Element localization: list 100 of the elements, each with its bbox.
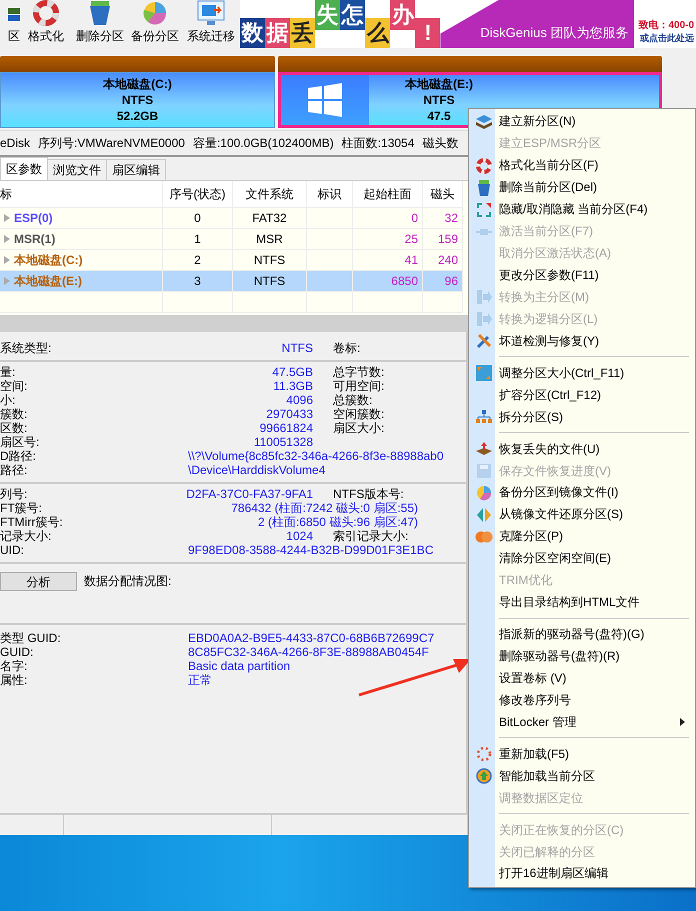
trash-bin-icon (477, 180, 491, 196)
expand-arrow-icon[interactable] (4, 256, 10, 264)
field-label: 簇数: (0, 407, 28, 421)
column-header[interactable]: 标识 (307, 181, 353, 208)
menu-item[interactable]: 更改分区参数(F11) (469, 264, 695, 286)
tab[interactable]: 区参数 (0, 157, 48, 180)
field-label: 路径: (0, 463, 28, 477)
menu-item[interactable]: 智能加载当前分区 (469, 765, 695, 788)
hierarchy-icon (476, 410, 492, 424)
field-label: 空间: (0, 379, 28, 393)
column-header[interactable]: 起始柱面 (353, 181, 423, 208)
banner-link[interactable]: 或点击此处远 (640, 32, 694, 45)
banner-character: 据 (265, 18, 290, 48)
field-label: D路径: (0, 449, 37, 463)
trash-bin-icon (88, 0, 112, 26)
table-cell (163, 292, 233, 313)
menu-item[interactable]: 设置卷标 (V) (469, 668, 695, 690)
menu-item[interactable]: 坏道检测与修复(Y) (469, 330, 695, 352)
menu-item[interactable]: 指派新的驱动器号(盘符)(G) (469, 624, 695, 646)
column-header[interactable]: 磁头 (423, 181, 463, 208)
phone-text: 致电：400-0 (638, 18, 694, 32)
partition-filesystem: NTFS (122, 92, 154, 108)
column-header[interactable]: 标 (0, 181, 163, 208)
table-cell: 0 (163, 208, 233, 229)
expand-arrow-icon[interactable] (4, 235, 10, 243)
toolbar-button[interactable]: 备份分区 (128, 0, 182, 48)
monitor-icon (197, 0, 225, 26)
banner-character: 失 (315, 0, 340, 30)
corners-icon (476, 202, 492, 218)
menu-item[interactable]: 从镜像文件还原分区(S) (469, 504, 695, 526)
banner-slogan: DiskGenius 团队为您服务 (440, 0, 634, 48)
column-header[interactable]: 文件系统 (233, 181, 307, 208)
toolbar-button[interactable]: 区 (0, 0, 20, 48)
field-value: 正常 (187, 673, 213, 687)
table-cell: 3 (163, 271, 233, 292)
menu-item[interactable]: 克隆分区(P) (469, 526, 695, 548)
field-label: FT簇号: (0, 501, 43, 515)
field-value: Basic data partition (187, 659, 292, 673)
field-label: 小: (0, 393, 16, 407)
banner-character: 数 (240, 18, 266, 48)
partition-filesystem: NTFS (423, 92, 455, 108)
table-cell (307, 292, 353, 313)
field-value: 47.5GB (271, 365, 313, 379)
lifebuoy-icon (33, 0, 59, 26)
table-cell: 本地磁盘(E:) (0, 271, 163, 292)
tools-icon (476, 333, 492, 350)
disk-info-text: 序列号:VMWareNVME0000 (38, 134, 185, 152)
menu-item[interactable]: 删除驱动器号(盘符)(R) (469, 646, 695, 668)
layers-icon (475, 114, 493, 130)
expand-arrow-icon[interactable] (4, 277, 10, 285)
partition-block[interactable]: 本地磁盘(C:) NTFS 52.2GB (0, 72, 275, 128)
menu-item[interactable]: 打开16进制扇区编辑 (469, 863, 695, 885)
field-value: NTFS (280, 341, 313, 355)
table-cell: MSR(1) (0, 229, 163, 250)
menu-item[interactable]: 重新加载(F5) (469, 743, 695, 766)
tab[interactable]: 扇区编辑 (106, 159, 166, 180)
field-label: 索引记录大小: (332, 529, 410, 543)
table-cell (307, 271, 353, 292)
toolbar-button[interactable]: 格式化 (20, 0, 72, 48)
partition-label: 本地磁盘(C:) (103, 76, 172, 92)
horizontal-scrollbar[interactable] (0, 315, 468, 332)
table-cell: ESP(0) (0, 208, 163, 229)
menu-item[interactable]: 备份分区到镜像文件(I) (469, 482, 695, 504)
table-cell: 32 (423, 208, 463, 229)
partition-size: 52.2GB (116, 108, 158, 124)
menu-item[interactable]: 导出目录结构到HTML文件 (469, 592, 695, 614)
menu-item[interactable]: 删除当前分区(Del) (469, 176, 695, 199)
menu-item[interactable]: 拆分分区(S) (469, 406, 695, 428)
analyze-button[interactable]: 分析 (0, 572, 77, 591)
menu-item[interactable]: 隐藏/取消隐藏 当前分区(F4) (469, 198, 695, 221)
table-cell: 0 (353, 208, 423, 229)
field-label: 区数: (0, 421, 28, 435)
table-cell: FAT32 (233, 208, 307, 229)
field-value: 4096 (285, 393, 313, 407)
toolbar-button[interactable]: 删除分区 (72, 0, 128, 48)
field-label: FTMirr簇号: (0, 515, 64, 529)
field-label: 空闲簇数: (332, 407, 386, 421)
box-upload-icon (476, 441, 492, 458)
menu-item[interactable]: BitLocker 管理 (469, 711, 695, 734)
toolbar-button[interactable]: 系统迁移 (182, 0, 240, 48)
banner-character: 办 (390, 0, 416, 30)
mirror-icon (476, 506, 492, 523)
menu-item[interactable]: 格式化当前分区(F) (469, 154, 695, 177)
column-header[interactable]: 序号(状态) (163, 181, 233, 208)
field-value: 99661824 (258, 421, 313, 435)
menu-item[interactable]: 修改卷序列号 (469, 689, 695, 712)
field-label: NTFS版本号: (332, 487, 405, 501)
field-value: 9F98ED08-3588-4244-B32B-D99D01F3E1BC (187, 543, 434, 557)
expand-arrow-icon[interactable] (4, 214, 10, 222)
field-value: \Device\HarddiskVolume4 (187, 463, 326, 477)
table-cell: 96 (423, 271, 463, 292)
field-label: 可用空间: (332, 379, 386, 393)
menu-item[interactable]: 调整分区大小(Ctrl_F11) (469, 362, 695, 384)
table-cell: MSR (233, 229, 307, 250)
field-label: 属性: (0, 673, 28, 687)
menu-item[interactable]: 恢复丢失的文件(U) (469, 438, 695, 460)
table-cell: 25 (353, 229, 423, 250)
menu-item[interactable]: 扩容分区(Ctrl_F12) (469, 384, 695, 406)
field-value: 2 (柱面:6850 磁头:96 扇区:47) (256, 515, 419, 529)
menu-item[interactable]: 清除分区空闲空间(E) (469, 548, 695, 570)
